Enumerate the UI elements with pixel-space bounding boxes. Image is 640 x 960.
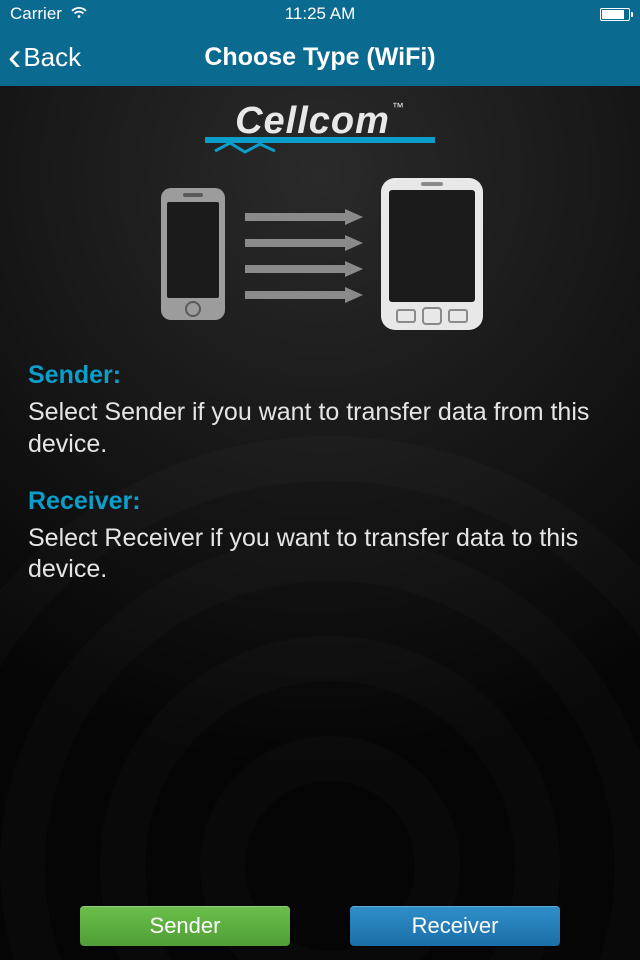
status-bar: Carrier 11:25 AM (0, 0, 640, 28)
sender-description: Select Sender if you want to transfer da… (28, 397, 612, 460)
status-time: 11:25 AM (285, 4, 356, 24)
receiver-description: Select Receiver if you want to transfer … (28, 523, 612, 586)
sender-heading: Sender: (28, 360, 612, 391)
brand-logo: Cellcom™ (0, 100, 640, 168)
brand-logo-text: Cellcom (235, 100, 390, 142)
navigation-bar: ‹ Back Choose Type (WiFi) (0, 28, 640, 86)
receiver-heading: Receiver: (28, 486, 612, 517)
back-button[interactable]: ‹ Back (0, 37, 81, 77)
button-row: Sender Receiver (0, 906, 640, 946)
transfer-arrows-icon (245, 199, 365, 309)
chevron-left-icon: ‹ (8, 37, 21, 77)
content-area: Cellcom™ (0, 86, 640, 960)
page-title: Choose Type (WiFi) (204, 43, 435, 72)
transfer-illustration (0, 174, 640, 334)
sender-button-label: Sender (150, 913, 221, 939)
phone-receiver-icon (377, 174, 487, 334)
carrier-label: Carrier (10, 4, 62, 24)
battery-icon (600, 8, 630, 21)
back-button-label: Back (23, 42, 81, 73)
receiver-button-label: Receiver (412, 913, 499, 939)
receiver-button[interactable]: Receiver (350, 906, 560, 946)
sender-button[interactable]: Sender (80, 906, 290, 946)
wifi-icon (70, 4, 88, 24)
phone-sender-icon (153, 184, 233, 324)
info-text: Sender: Select Sender if you want to tra… (0, 360, 640, 586)
brand-logo-squiggle-icon (205, 141, 435, 155)
